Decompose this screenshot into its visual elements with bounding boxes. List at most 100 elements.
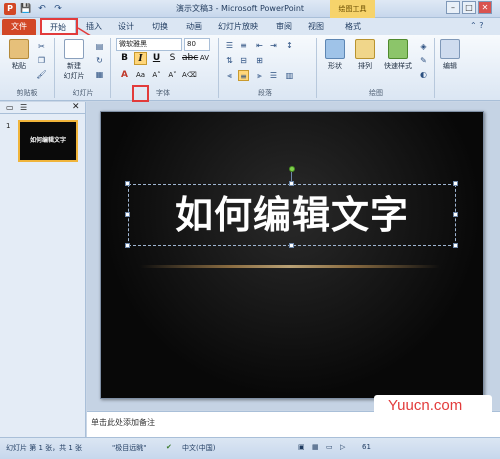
editing-button[interactable]: 编辑: [438, 39, 462, 71]
layout-icon[interactable]: ▤: [94, 41, 105, 52]
slide-canvas[interactable]: [100, 111, 484, 399]
numbering-icon[interactable]: ≡: [238, 40, 249, 51]
clear-formatting-button[interactable]: A⌫: [182, 69, 197, 82]
shrink-font-button[interactable]: A˅: [166, 69, 179, 82]
slides-pane: ▭ ☰ ✕ 1 如何编辑文字: [0, 102, 86, 437]
language-status[interactable]: 中文(中国): [182, 443, 215, 453]
columns-icon[interactable]: ▥: [284, 70, 295, 81]
shape-outline-icon[interactable]: ✎: [418, 55, 429, 66]
shapes-icon: [325, 39, 345, 59]
shapes-button[interactable]: 形状: [320, 39, 350, 71]
arrange-icon: [355, 39, 375, 59]
shadow-button[interactable]: S: [166, 52, 179, 65]
tab-review[interactable]: 审阅: [270, 19, 298, 35]
bullets-icon[interactable]: ☰: [224, 40, 235, 51]
bold-button[interactable]: B: [118, 52, 131, 65]
smartart-icon[interactable]: ⊞: [254, 55, 265, 66]
shapes-label: 形状: [328, 62, 342, 70]
maximize-button[interactable]: □: [462, 1, 476, 14]
outline-tab-icon[interactable]: ☰: [20, 103, 27, 112]
help-icon[interactable]: ⌃ ?: [470, 21, 484, 30]
normal-view-icon[interactable]: ▣: [298, 443, 305, 451]
font-color-button[interactable]: A: [118, 69, 131, 82]
format-painter-icon[interactable]: 🖌: [36, 69, 47, 80]
italic-button[interactable]: I: [134, 52, 147, 65]
quick-styles-icon: [388, 39, 408, 59]
tab-format[interactable]: 格式: [338, 19, 368, 35]
resize-handle-nw[interactable]: [125, 181, 130, 186]
slide-glow-line: [140, 265, 440, 268]
shape-effects-icon[interactable]: ◐: [418, 69, 429, 80]
minimize-button[interactable]: –: [446, 1, 460, 14]
new-slide-button[interactable]: 新建 幻灯片: [58, 39, 90, 81]
grow-font-button[interactable]: A˄: [150, 69, 163, 82]
title-bar: P 💾 ↶ ↷ 演示文稿3 - Microsoft PowerPoint 绘图工…: [0, 0, 500, 18]
font-name-select[interactable]: 微软雅黑: [116, 38, 182, 51]
slide-count-status: 幻灯片 第 1 张，共 1 张: [6, 444, 83, 452]
thumbnail-text: 如何编辑文字: [29, 137, 66, 144]
slide-thumbnail[interactable]: 如何编辑文字: [18, 120, 78, 162]
align-text-icon[interactable]: ⊟: [238, 55, 249, 66]
resize-handle-n[interactable]: [289, 181, 294, 186]
reading-view-icon[interactable]: ▭: [326, 443, 333, 451]
watermark-text: Yuucn.com: [388, 397, 463, 414]
align-right-icon[interactable]: ⫸: [254, 70, 265, 81]
theme-status: "极目远眺": [112, 444, 147, 452]
highlight-box-home-tab: [40, 18, 78, 35]
tab-animations[interactable]: 动画: [180, 19, 208, 35]
copy-icon[interactable]: ❐: [36, 55, 47, 66]
notes-placeholder: 单击此处添加备注: [91, 418, 155, 427]
cut-icon[interactable]: ✂: [36, 41, 47, 52]
pane-close-icon[interactable]: ✕: [72, 102, 80, 112]
close-button[interactable]: ✕: [478, 1, 492, 14]
justify-icon[interactable]: ☰: [268, 70, 279, 81]
resize-handle-se[interactable]: [453, 243, 458, 248]
new-slide-icon: [64, 39, 84, 59]
tab-transitions[interactable]: 切换: [146, 19, 174, 35]
spellcheck-icon[interactable]: ✔: [166, 443, 172, 451]
strikethrough-button[interactable]: abc: [182, 52, 198, 65]
quick-styles-button[interactable]: 快速样式: [380, 39, 416, 71]
align-left-icon[interactable]: ⫷: [224, 70, 235, 81]
resize-handle-w[interactable]: [125, 212, 130, 217]
text-direction-icon[interactable]: ⇅: [224, 55, 235, 66]
section-icon[interactable]: ▦: [94, 69, 105, 80]
window-title: 演示文稿3 - Microsoft PowerPoint: [175, 4, 305, 13]
zoom-level[interactable]: 61: [362, 443, 371, 451]
change-case-button[interactable]: Aa: [134, 69, 147, 82]
paste-button[interactable]: 粘贴: [6, 39, 32, 71]
slideshow-view-icon[interactable]: ▷: [340, 443, 345, 451]
tab-view[interactable]: 视图: [302, 19, 330, 35]
tab-slideshow[interactable]: 幻灯片放映: [212, 19, 264, 35]
arrange-button[interactable]: 排列: [350, 39, 380, 71]
resize-handle-e[interactable]: [453, 212, 458, 217]
line-spacing-icon[interactable]: ↕: [284, 40, 295, 51]
increase-indent-icon[interactable]: ⇥: [268, 40, 279, 51]
redo-icon[interactable]: ↷: [52, 3, 64, 15]
underline-button[interactable]: U: [150, 52, 163, 65]
watermark: Yuucn.com: [374, 395, 492, 417]
align-center-icon[interactable]: ≡: [238, 70, 249, 81]
save-icon[interactable]: 💾: [20, 3, 32, 15]
rotation-handle[interactable]: [289, 166, 295, 172]
font-size-select[interactable]: 80: [184, 38, 210, 51]
undo-icon[interactable]: ↶: [36, 3, 48, 15]
slide-title-text[interactable]: 如何编辑文字: [128, 186, 456, 244]
drawing-group-label: 绘图: [369, 89, 383, 97]
slide-number: 1: [6, 122, 11, 130]
new-slide-sublabel: 幻灯片: [63, 72, 85, 80]
font-group-label: 字体: [156, 89, 170, 97]
sorter-view-icon[interactable]: ▦: [312, 443, 319, 451]
new-slide-label: 新建: [67, 62, 81, 70]
shape-fill-icon[interactable]: ◈: [418, 41, 429, 52]
decrease-indent-icon[interactable]: ⇤: [254, 40, 265, 51]
char-spacing-button[interactable]: AV: [198, 52, 211, 65]
resize-handle-ne[interactable]: [453, 181, 458, 186]
resize-handle-sw[interactable]: [125, 243, 130, 248]
tab-file[interactable]: 文件: [2, 19, 36, 35]
resize-handle-s[interactable]: [289, 243, 294, 248]
ribbon: 粘贴 ✂ ❐ 🖌 剪贴板 新建 幻灯片 ▤ ↻ ▦ 幻灯片 微软雅黑 80 B …: [0, 35, 500, 102]
quick-styles-label: 快速样式: [384, 62, 412, 70]
reset-icon[interactable]: ↻: [94, 55, 105, 66]
slides-tab-icon[interactable]: ▭: [6, 103, 14, 112]
